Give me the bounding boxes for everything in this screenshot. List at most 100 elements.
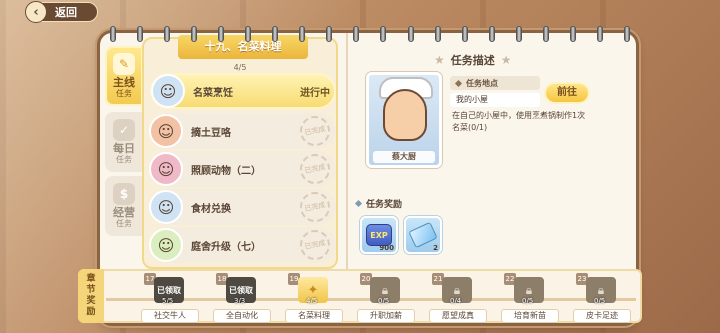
ring-icon [299, 26, 306, 42]
panda-avatar-icon: ☺ [149, 152, 183, 186]
exp-icon: EXP [366, 224, 392, 246]
chapter-name: 社交牛人 [142, 310, 198, 322]
ring-icon [245, 26, 252, 42]
chapter-reward-label: 章节奖励 [78, 269, 104, 323]
tab-manage-label: 经营 [113, 206, 135, 219]
ring-icon [164, 26, 171, 42]
chapter-progress: 3/3 [234, 297, 246, 305]
ring-icon [569, 26, 576, 42]
chapter-progress: 4/5 [306, 297, 318, 305]
reward-count: 900 [379, 244, 394, 252]
tab-main-quest[interactable]: ✎ 主线 任务 [105, 46, 143, 106]
tab-manage-quest[interactable]: $ 经营 任务 [105, 176, 143, 236]
chapter-reward-label-text: 章节奖励 [86, 274, 96, 317]
diamond-icon [454, 79, 463, 87]
completed-stamp: 已完成 [297, 113, 333, 149]
chapter-progress: 0/5 [594, 297, 606, 305]
tab-manage-sub: 任务 [116, 219, 132, 228]
clipboard-icon: ✓ [113, 119, 135, 141]
chef-avatar-icon: ☺ [149, 190, 183, 224]
completed-stamp: 已完成 [297, 227, 333, 263]
ring-icon [218, 26, 225, 42]
chapter-name: 愿望成真 [430, 310, 486, 322]
quest-name: 摘土豆咯 [191, 127, 231, 139]
chapter-name: 皮卡足迹 [574, 310, 630, 322]
ring-icon [191, 26, 198, 42]
chapter-reward-23[interactable]: 23 🔒︎ 0/5 皮卡足迹 [574, 273, 638, 323]
ring-icon [407, 26, 414, 42]
ring-icon [515, 26, 522, 42]
reward-header: 任务奖励 [354, 197, 403, 210]
star-icon: ★ [434, 53, 445, 67]
chapter-progress: 0/5 [522, 297, 534, 305]
back-label: 返回 [55, 6, 77, 19]
ring-icon [110, 26, 116, 42]
chapter-progress: 0/5 [378, 297, 390, 305]
chapter-reward-21[interactable]: 21 🔒︎ 0/4 愿望成真 [430, 273, 494, 323]
ring-icon [434, 26, 441, 42]
quest-item-active[interactable]: ☺ 名菜烹饪 进行中 [150, 73, 336, 109]
money-bag-icon: $ [113, 183, 135, 205]
chapter-progress: 4/5 [233, 63, 247, 72]
chapter-name: 全自动化 [214, 310, 270, 322]
goto-button[interactable]: 前往 [544, 82, 590, 104]
completed-stamp: 已完成 [297, 151, 333, 187]
quest-item[interactable]: ☺ 摘土豆咯 已完成 [149, 113, 336, 149]
chapter-name: 培育新苗 [502, 310, 558, 322]
completed-stamp: 已完成 [297, 189, 333, 225]
chef-avatar-icon: ☺ [151, 74, 185, 108]
location-value: 我的小屋 [450, 93, 540, 107]
quest-name: 名菜烹饪 [193, 87, 233, 99]
chapter-reward-22[interactable]: 22 🔒︎ 0/5 培育新苗 [502, 273, 566, 323]
task-location: 任务地点 我的小屋 [450, 76, 540, 107]
quest-name: 照顾动物（二） [191, 165, 261, 177]
back-button[interactable]: ‹ 返回 [25, 1, 98, 23]
ring-icon [623, 26, 630, 42]
chapter-reward-20[interactable]: 20 🔒︎ 0/5 升职加薪 [358, 273, 422, 323]
quest-scroll-icon: ✎ [113, 53, 135, 75]
ring-icon [596, 26, 603, 42]
claimed-label: 已领取 [157, 285, 181, 295]
task-heading: 任务描述 [450, 54, 495, 67]
chapter-reward-17[interactable]: 17 已领取 5/5 社交牛人 [142, 273, 206, 323]
chapter-quest-panel: 十九、名菜料理 4/5 ☺ 名菜烹饪 进行中 ☺ 摘土豆咯 已完成 ☺ 照顾动物… [142, 35, 338, 269]
tab-main-label: 主线 [113, 76, 135, 89]
chef-face-icon [383, 89, 427, 141]
gift-icon: ✦ [307, 282, 319, 298]
tab-daily-label: 每日 [113, 142, 135, 155]
quest-item[interactable]: ☺ 食材兑换 已完成 [149, 189, 336, 225]
ring-icon [488, 26, 495, 42]
chapter-reward-18[interactable]: 18 已领取 3/3 全自动化 [214, 273, 278, 323]
npc-portrait: 蔡大厨 [366, 72, 442, 168]
ring-icon [326, 26, 333, 42]
lock-icon: 🔒︎ [453, 282, 461, 297]
tab-daily-quest[interactable]: ✓ 每日 任务 [105, 112, 143, 172]
chapter-reward-19[interactable]: 19 ✦ 4/5 名菜料理 [286, 273, 350, 323]
chapter-progress: 5/5 [162, 297, 174, 305]
ring-icon [137, 26, 144, 42]
quest-item[interactable]: ☺ 庭舍升级（七） 已完成 [149, 227, 336, 263]
elf-avatar-icon: ☺ [149, 228, 183, 262]
fox-avatar-icon: ☺ [149, 114, 183, 148]
notebook-rings [110, 26, 630, 42]
quest-item[interactable]: ☺ 照顾动物（二） 已完成 [149, 151, 336, 187]
reward-ticket[interactable]: 2 [404, 216, 442, 254]
ring-icon [380, 26, 387, 42]
diamond-icon [354, 199, 363, 208]
lock-icon: 🔒︎ [381, 282, 389, 297]
reward-heading: 任务奖励 [366, 200, 403, 210]
chapter-name: 名菜料理 [286, 310, 342, 322]
quest-status: 进行中 [300, 87, 330, 99]
ring-icon [461, 26, 468, 42]
back-arrow-icon: ‹ [25, 1, 47, 23]
chapter-name: 升职加薪 [358, 310, 414, 322]
reward-count: 2 [433, 244, 438, 252]
claimed-label: 已领取 [229, 285, 253, 295]
chapter-progress: 0/4 [450, 297, 462, 305]
lock-icon: 🔒︎ [597, 282, 605, 297]
reward-exp[interactable]: EXP 900 [360, 216, 398, 254]
quest-name: 食材兑换 [191, 203, 231, 215]
tab-daily-sub: 任务 [116, 155, 132, 164]
quest-name: 庭舍升级（七） [191, 241, 261, 253]
star-icon: ★ [500, 53, 512, 67]
